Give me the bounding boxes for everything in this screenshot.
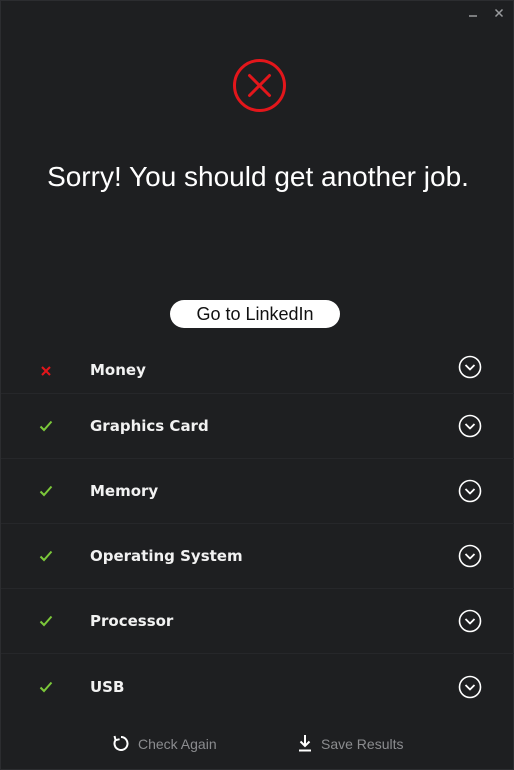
requirement-label: Processor [90, 612, 174, 630]
download-icon [297, 734, 313, 755]
minimize-icon[interactable] [467, 7, 479, 19]
requirement-label: Memory [90, 482, 159, 500]
list-item-usb: USB [1, 654, 514, 719]
check-icon [38, 548, 54, 564]
list-item-graphics-card: Graphics Card [1, 394, 514, 459]
requirements-list: Money Graphics Card Memory Operating Sys… [1, 339, 514, 719]
error-x-circle-icon [232, 58, 287, 113]
footer-actions: Check Again Save Results [1, 729, 514, 759]
check-icon [38, 613, 54, 629]
app-window: Sorry! You should get another job. Go to… [0, 0, 514, 770]
window-controls [467, 7, 505, 19]
save-results-button[interactable]: Save Results [297, 729, 403, 759]
check-icon [38, 418, 54, 434]
check-icon [38, 679, 54, 695]
requirement-label: Money [90, 361, 146, 379]
fail-x-icon [38, 362, 54, 378]
chevron-down-circle-icon[interactable] [458, 609, 482, 633]
chevron-down-circle-icon[interactable] [458, 544, 482, 568]
refresh-icon [112, 734, 130, 755]
list-item-operating-system: Operating System [1, 524, 514, 589]
chevron-down-circle-icon[interactable] [458, 479, 482, 503]
list-item-memory: Memory [1, 459, 514, 524]
check-again-label: Check Again [138, 736, 217, 752]
requirement-label: Operating System [90, 547, 243, 565]
check-icon [38, 483, 54, 499]
go-to-linkedin-button[interactable]: Go to LinkedIn [170, 300, 340, 328]
close-icon[interactable] [493, 7, 505, 19]
chevron-down-circle-icon[interactable] [458, 355, 482, 379]
list-item-money: Money [1, 339, 514, 394]
list-item-processor: Processor [1, 589, 514, 654]
chevron-down-circle-icon[interactable] [458, 414, 482, 438]
requirement-label: Graphics Card [90, 417, 209, 435]
chevron-down-circle-icon[interactable] [458, 675, 482, 699]
result-headline: Sorry! You should get another job. [47, 161, 469, 192]
requirement-label: USB [90, 677, 125, 696]
check-again-button[interactable]: Check Again [112, 729, 217, 759]
save-results-label: Save Results [321, 736, 404, 752]
